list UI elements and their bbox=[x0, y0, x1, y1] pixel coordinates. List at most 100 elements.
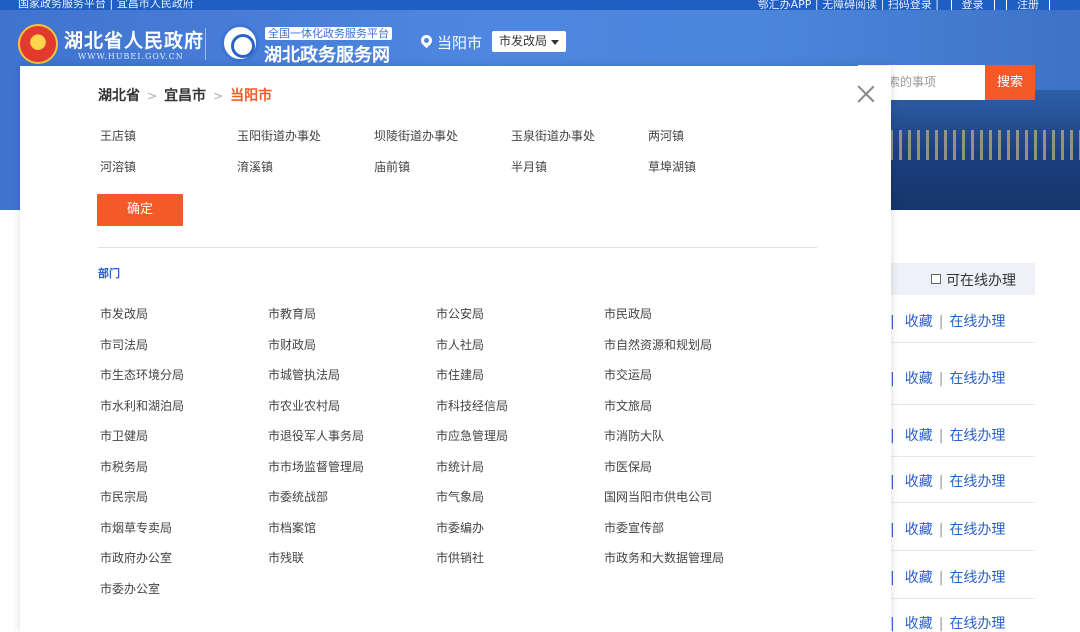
town-item[interactable]: 河溶镇 bbox=[100, 158, 136, 175]
department-item[interactable]: 市统计局 bbox=[436, 458, 484, 475]
department-item[interactable]: 市医保局 bbox=[604, 458, 652, 475]
action-separator: | bbox=[938, 428, 944, 444]
department-item[interactable]: 市教育局 bbox=[268, 305, 316, 322]
top-links-left[interactable]: 国家政务服务平台 | 宜昌市人民政府 bbox=[18, 0, 194, 10]
department-item[interactable]: 市政务和大数据管理局 bbox=[604, 549, 724, 566]
department-item[interactable]: 市住建局 bbox=[436, 366, 484, 383]
action-separator: | bbox=[938, 570, 944, 586]
department-item[interactable]: 市民宗局 bbox=[100, 488, 148, 505]
department-item[interactable]: 市财政局 bbox=[268, 336, 316, 353]
department-item[interactable]: 市农业农村局 bbox=[268, 397, 340, 414]
row-divider bbox=[890, 404, 1035, 405]
register-button[interactable]: 注册 bbox=[1006, 0, 1050, 10]
town-item[interactable]: 庙前镇 bbox=[374, 158, 410, 175]
department-select-value: 市发改局 bbox=[499, 34, 548, 48]
department-item[interactable]: 市民政局 bbox=[604, 305, 652, 322]
town-item[interactable]: 草埠湖镇 bbox=[648, 158, 696, 175]
item-actions: | 收藏 | 在线办理 bbox=[890, 519, 1035, 539]
online-handle-link[interactable]: 在线办理 bbox=[949, 314, 1005, 330]
department-item[interactable]: 市发改局 bbox=[100, 305, 148, 322]
department-item[interactable]: 市委办公室 bbox=[100, 580, 160, 597]
row-divider bbox=[890, 598, 1035, 599]
department-item[interactable]: 市税务局 bbox=[100, 458, 148, 475]
online-handle-link[interactable]: 在线办理 bbox=[949, 371, 1005, 387]
department-item[interactable]: 市交运局 bbox=[604, 366, 652, 383]
section-divider bbox=[98, 247, 817, 248]
top-links-right-text[interactable]: 鄂汇办APP | 无障碍阅读 | 扫码登录 | bbox=[758, 0, 939, 10]
online-handle-link[interactable]: 在线办理 bbox=[949, 428, 1005, 444]
department-item[interactable]: 市消防大队 bbox=[604, 427, 664, 444]
action-separator: | bbox=[938, 616, 944, 632]
town-item[interactable]: 玉泉街道办事处 bbox=[511, 127, 595, 144]
department-item[interactable]: 市卫健局 bbox=[100, 427, 148, 444]
favorite-link[interactable]: 收藏 bbox=[905, 570, 933, 586]
department-item[interactable]: 市委编办 bbox=[436, 519, 484, 536]
platform-name[interactable]: 湖北政务服务网 bbox=[264, 41, 390, 67]
breadcrumb-city[interactable]: 宜昌市 bbox=[164, 85, 206, 105]
department-item[interactable]: 市科技经信局 bbox=[436, 397, 508, 414]
town-item[interactable]: 两河镇 bbox=[648, 127, 684, 144]
online-filter-checkbox[interactable] bbox=[931, 274, 941, 284]
action-separator: | bbox=[938, 474, 944, 490]
department-item[interactable]: 市烟草专卖局 bbox=[100, 519, 172, 536]
department-item[interactable]: 市委统战部 bbox=[268, 488, 328, 505]
department-item[interactable]: 市委宣传部 bbox=[604, 519, 664, 536]
department-item[interactable]: 市文旅局 bbox=[604, 397, 652, 414]
town-item[interactable]: 淯溪镇 bbox=[237, 158, 273, 175]
item-actions: | 收藏 | 在线办理 bbox=[890, 567, 1035, 587]
department-item[interactable]: 国网当阳市供电公司 bbox=[604, 488, 712, 505]
breadcrumb-province[interactable]: 湖北省 bbox=[98, 85, 140, 105]
action-separator: | bbox=[938, 371, 944, 387]
department-item[interactable]: 市生态环境分局 bbox=[100, 366, 184, 383]
department-item[interactable]: 市应急管理局 bbox=[436, 427, 508, 444]
favorite-link[interactable]: 收藏 bbox=[905, 314, 933, 330]
department-item[interactable]: 市城管执法局 bbox=[268, 366, 340, 383]
department-item[interactable]: 市气象局 bbox=[436, 488, 484, 505]
favorite-link[interactable]: 收藏 bbox=[905, 474, 933, 490]
online-handle-link[interactable]: 在线办理 bbox=[949, 570, 1005, 586]
row-divider bbox=[890, 456, 1035, 457]
header-divider bbox=[205, 28, 206, 60]
favorite-link[interactable]: 收藏 bbox=[905, 371, 933, 387]
department-select[interactable]: 市发改局 bbox=[492, 31, 566, 52]
caret-down-icon bbox=[551, 40, 559, 45]
row-divider bbox=[890, 550, 1035, 551]
department-item[interactable]: 市政府办公室 bbox=[100, 549, 172, 566]
online-filter-label[interactable]: 可在线办理 bbox=[946, 270, 1016, 290]
department-item[interactable]: 市退役军人事务局 bbox=[268, 427, 364, 444]
favorite-link[interactable]: 收藏 bbox=[905, 428, 933, 444]
department-item[interactable]: 市残联 bbox=[268, 549, 304, 566]
city-skyline-banner bbox=[880, 90, 1080, 210]
region-breadcrumb: 湖北省 > 宜昌市 > 当阳市 bbox=[98, 85, 272, 105]
item-actions: | 收藏 | 在线办理 bbox=[890, 368, 1035, 388]
town-item[interactable]: 王店镇 bbox=[100, 127, 136, 144]
online-handle-link[interactable]: 在线办理 bbox=[949, 616, 1005, 632]
item-actions: | 收藏 | 在线办理 bbox=[890, 425, 1035, 445]
gov-site-name[interactable]: 湖北省人民政府 bbox=[64, 26, 204, 53]
favorite-link[interactable]: 收藏 bbox=[905, 616, 933, 632]
department-item[interactable]: 市水利和湖泊局 bbox=[100, 397, 184, 414]
town-item[interactable]: 玉阳街道办事处 bbox=[237, 127, 321, 144]
close-icon[interactable] bbox=[854, 82, 878, 106]
breadcrumb-separator: > bbox=[147, 89, 158, 103]
online-handle-link[interactable]: 在线办理 bbox=[949, 474, 1005, 490]
town-item[interactable]: 坝陵街道办事处 bbox=[374, 127, 458, 144]
item-actions: | 收藏 | 在线办理 bbox=[890, 613, 1035, 632]
department-item[interactable]: 市人社局 bbox=[436, 336, 484, 353]
top-utility-bar: 国家政务服务平台 | 宜昌市人民政府 鄂汇办APP | 无障碍阅读 | 扫码登录… bbox=[0, 0, 1080, 10]
search-button[interactable]: 搜索 bbox=[985, 65, 1035, 100]
login-button[interactable]: 登录 bbox=[950, 0, 995, 10]
department-item[interactable]: 市自然资源和规划局 bbox=[604, 336, 712, 353]
department-item[interactable]: 市公安局 bbox=[436, 305, 484, 322]
department-item[interactable]: 市市场监督管理局 bbox=[268, 458, 364, 475]
breadcrumb-county[interactable]: 当阳市 bbox=[230, 85, 272, 105]
current-city[interactable]: 当阳市 bbox=[437, 32, 482, 53]
confirm-button[interactable]: 确定 bbox=[97, 194, 183, 226]
department-item[interactable]: 市司法局 bbox=[100, 336, 148, 353]
town-item[interactable]: 半月镇 bbox=[511, 158, 547, 175]
item-actions: | 收藏 | 在线办理 bbox=[890, 311, 1035, 331]
department-item[interactable]: 市供销社 bbox=[436, 549, 484, 566]
online-handle-link[interactable]: 在线办理 bbox=[949, 522, 1005, 538]
department-item[interactable]: 市档案馆 bbox=[268, 519, 316, 536]
favorite-link[interactable]: 收藏 bbox=[905, 522, 933, 538]
